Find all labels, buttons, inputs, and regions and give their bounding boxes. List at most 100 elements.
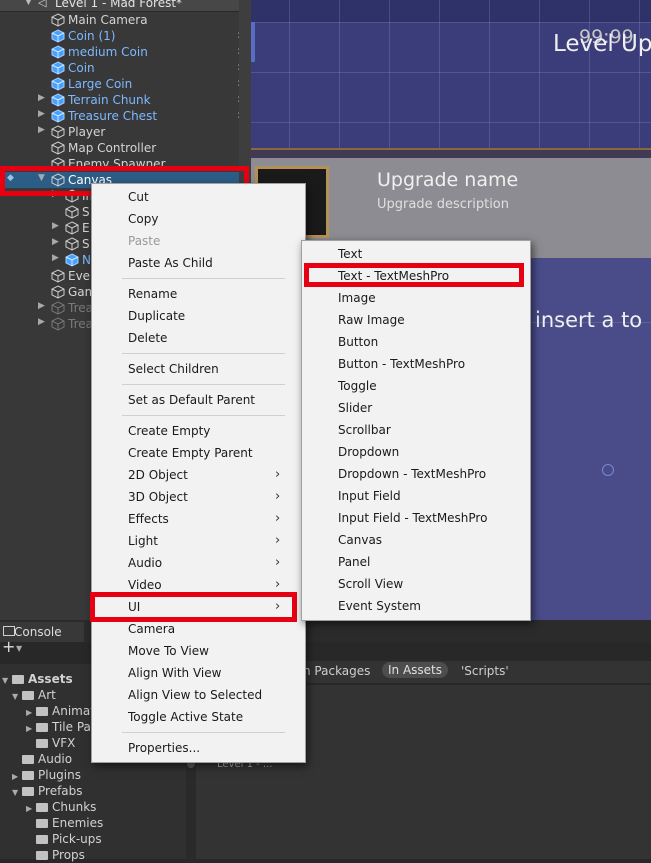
menu-item-canvas[interactable]: Canvas bbox=[302, 529, 528, 551]
assets-root[interactable]: ▼ Assets bbox=[2, 671, 73, 687]
gameobject-cube-icon bbox=[65, 221, 79, 235]
hierarchy-row[interactable]: Coin› bbox=[0, 60, 242, 76]
hierarchy-row[interactable]: ▶ Player bbox=[0, 124, 239, 140]
menu-item-input-field-textmeshpro[interactable]: Input Field - TextMeshPro bbox=[302, 507, 528, 529]
folder-item[interactable]: ▶ Tile Pa bbox=[26, 719, 91, 735]
menu-item-3d-object[interactable]: 3D Object › bbox=[92, 486, 295, 508]
hierarchy-row[interactable]: ▶Terrain Chunk› bbox=[0, 92, 242, 108]
menu-item-create-empty-parent[interactable]: Create Empty Parent bbox=[92, 442, 295, 464]
menu-item-raw-image[interactable]: Raw Image bbox=[302, 309, 528, 331]
hierarchy-row[interactable]: Coin (1)› bbox=[0, 28, 242, 44]
scene-title: Level 1 - Mad Forest* bbox=[55, 0, 183, 10]
menu-item-scroll-view[interactable]: Scroll View bbox=[302, 573, 528, 595]
gameobject-cube-icon bbox=[65, 205, 79, 219]
menu-item-button-textmeshpro[interactable]: Button - TextMeshPro bbox=[302, 353, 528, 375]
add-button[interactable]: + bbox=[2, 637, 15, 656]
folder-item[interactable]: Props bbox=[26, 847, 85, 863]
expanded-arrow-icon[interactable]: ▼ bbox=[12, 689, 22, 705]
menu-item-camera[interactable]: Camera bbox=[92, 618, 295, 640]
menu-item-text[interactable]: Text bbox=[302, 243, 528, 265]
collapsed-arrow-icon[interactable]: ▶ bbox=[52, 253, 59, 263]
menu-item-create-empty[interactable]: Create Empty bbox=[92, 420, 295, 442]
filter-packages[interactable]: n Packages bbox=[303, 664, 370, 678]
folder-item[interactable]: ▶ Plugins bbox=[12, 767, 81, 783]
collapsed-arrow-icon[interactable]: ▶ bbox=[52, 237, 59, 247]
collapsed-arrow-icon[interactable]: ▶ bbox=[38, 125, 45, 135]
menu-item-input-field[interactable]: Input Field bbox=[302, 485, 528, 507]
folder-item[interactable]: Enemies bbox=[26, 815, 103, 831]
menu-item-audio[interactable]: Audio › bbox=[92, 552, 295, 574]
hierarchy-item-label: Terrain Chunk bbox=[68, 93, 151, 107]
filter-scripts[interactable]: 'Scripts' bbox=[461, 664, 509, 678]
menu-item-button[interactable]: Button bbox=[302, 331, 528, 353]
hierarchy-row[interactable]: Map Controller bbox=[0, 140, 239, 156]
collapsed-arrow-icon[interactable]: ▶ bbox=[38, 93, 45, 103]
hierarchy-row[interactable]: Main Camera bbox=[0, 12, 239, 28]
menu-separator bbox=[122, 415, 285, 416]
folder-item[interactable]: ▼ Art bbox=[12, 687, 56, 703]
menu-item-toggle-active-state[interactable]: Toggle Active State bbox=[92, 706, 295, 728]
collapsed-arrow-icon[interactable]: ▶ bbox=[38, 109, 45, 119]
pivot-handle-icon[interactable] bbox=[602, 464, 614, 476]
menu-item-rename[interactable]: Rename bbox=[92, 283, 295, 305]
folder-item[interactable]: VFX bbox=[26, 735, 75, 751]
folder-label: Prefabs bbox=[38, 784, 83, 798]
folder-icon bbox=[36, 707, 48, 716]
hierarchy-item-label: N bbox=[82, 253, 91, 267]
menu-item-paste-as-child[interactable]: Paste As Child bbox=[92, 252, 295, 274]
fold-arrow-icon[interactable]: ▼ bbox=[25, 0, 32, 7]
menu-item-event-system[interactable]: Event System bbox=[302, 595, 528, 617]
submenu-arrow-icon: › bbox=[275, 533, 281, 548]
hierarchy-row[interactable]: ▶Treasure Chest› bbox=[0, 108, 242, 124]
menu-item-copy[interactable]: Copy bbox=[92, 208, 295, 230]
menu-item-align-view-to-selected[interactable]: Align View to Selected bbox=[92, 684, 295, 706]
hierarchy-item-label: Map Controller bbox=[68, 141, 157, 155]
menu-item-dropdown[interactable]: Dropdown bbox=[302, 441, 528, 463]
add-dropdown-icon[interactable]: ▼ bbox=[16, 644, 22, 653]
scene-header[interactable]: ▼ ◁ Level 1 - Mad Forest* ⋮ bbox=[0, 0, 251, 12]
menu-item-effects[interactable]: Effects › bbox=[92, 508, 295, 530]
folder-icon bbox=[36, 819, 48, 828]
folder-label: Animat bbox=[52, 704, 95, 718]
menu-item-dropdown-textmeshpro[interactable]: Dropdown - TextMeshPro bbox=[302, 463, 528, 485]
menu-item-light[interactable]: Light › bbox=[92, 530, 295, 552]
folder-icon bbox=[36, 835, 48, 844]
menu-item-image[interactable]: Image bbox=[302, 287, 528, 309]
menu-item-delete[interactable]: Delete bbox=[92, 327, 295, 349]
expanded-arrow-icon[interactable]: ▼ bbox=[12, 785, 22, 801]
menu-item-toggle[interactable]: Toggle bbox=[302, 375, 528, 397]
folder-item[interactable]: Audio bbox=[12, 751, 72, 767]
folder-item[interactable]: ▼ Prefabs bbox=[12, 783, 83, 799]
folder-item[interactable]: Pick-ups bbox=[26, 831, 102, 847]
menu-item-select-children[interactable]: Select Children bbox=[92, 358, 295, 380]
hierarchy-item-label: medium Coin bbox=[68, 45, 148, 59]
folder-item[interactable]: ▶ Chunks bbox=[26, 799, 96, 815]
collapsed-arrow-icon[interactable]: ▶ bbox=[38, 317, 45, 327]
menu-item-align-with-view[interactable]: Align With View bbox=[92, 662, 295, 684]
folder-icon bbox=[22, 691, 34, 700]
collapsed-arrow-icon[interactable]: ▶ bbox=[52, 221, 59, 231]
folder-item[interactable]: ▶ Animat bbox=[26, 703, 95, 719]
folder-label: Enemies bbox=[52, 816, 104, 830]
menu-item-set-as-default-parent[interactable]: Set as Default Parent bbox=[92, 389, 295, 411]
menu-item-properties[interactable]: Properties... bbox=[92, 737, 295, 759]
collapsed-arrow-icon[interactable]: ▶ bbox=[38, 301, 45, 311]
folder-label: VFX bbox=[52, 736, 76, 750]
hierarchy-item-label: Main Camera bbox=[68, 13, 148, 27]
menu-item-cut[interactable]: Cut bbox=[92, 186, 295, 208]
folder-label: Plugins bbox=[38, 768, 81, 782]
hierarchy-item-label: E bbox=[82, 221, 90, 235]
hierarchy-item-label: Large Coin bbox=[68, 77, 133, 91]
menu-item-scrollbar[interactable]: Scrollbar bbox=[302, 419, 528, 441]
hierarchy-row[interactable]: medium Coin› bbox=[0, 44, 242, 60]
hierarchy-row[interactable]: Large Coin› bbox=[0, 76, 242, 92]
menu-item-slider[interactable]: Slider bbox=[302, 397, 528, 419]
menu-item-panel[interactable]: Panel bbox=[302, 551, 528, 573]
filter-in-assets[interactable]: In Assets bbox=[382, 662, 449, 678]
menu-item-duplicate[interactable]: Duplicate bbox=[92, 305, 295, 327]
menu-item-2d-object[interactable]: 2D Object › bbox=[92, 464, 295, 486]
submenu-arrow-icon: › bbox=[275, 467, 281, 482]
prefab-cube-icon bbox=[51, 45, 65, 59]
submenu-arrow-icon: › bbox=[275, 489, 281, 504]
menu-item-move-to-view[interactable]: Move To View bbox=[92, 640, 295, 662]
